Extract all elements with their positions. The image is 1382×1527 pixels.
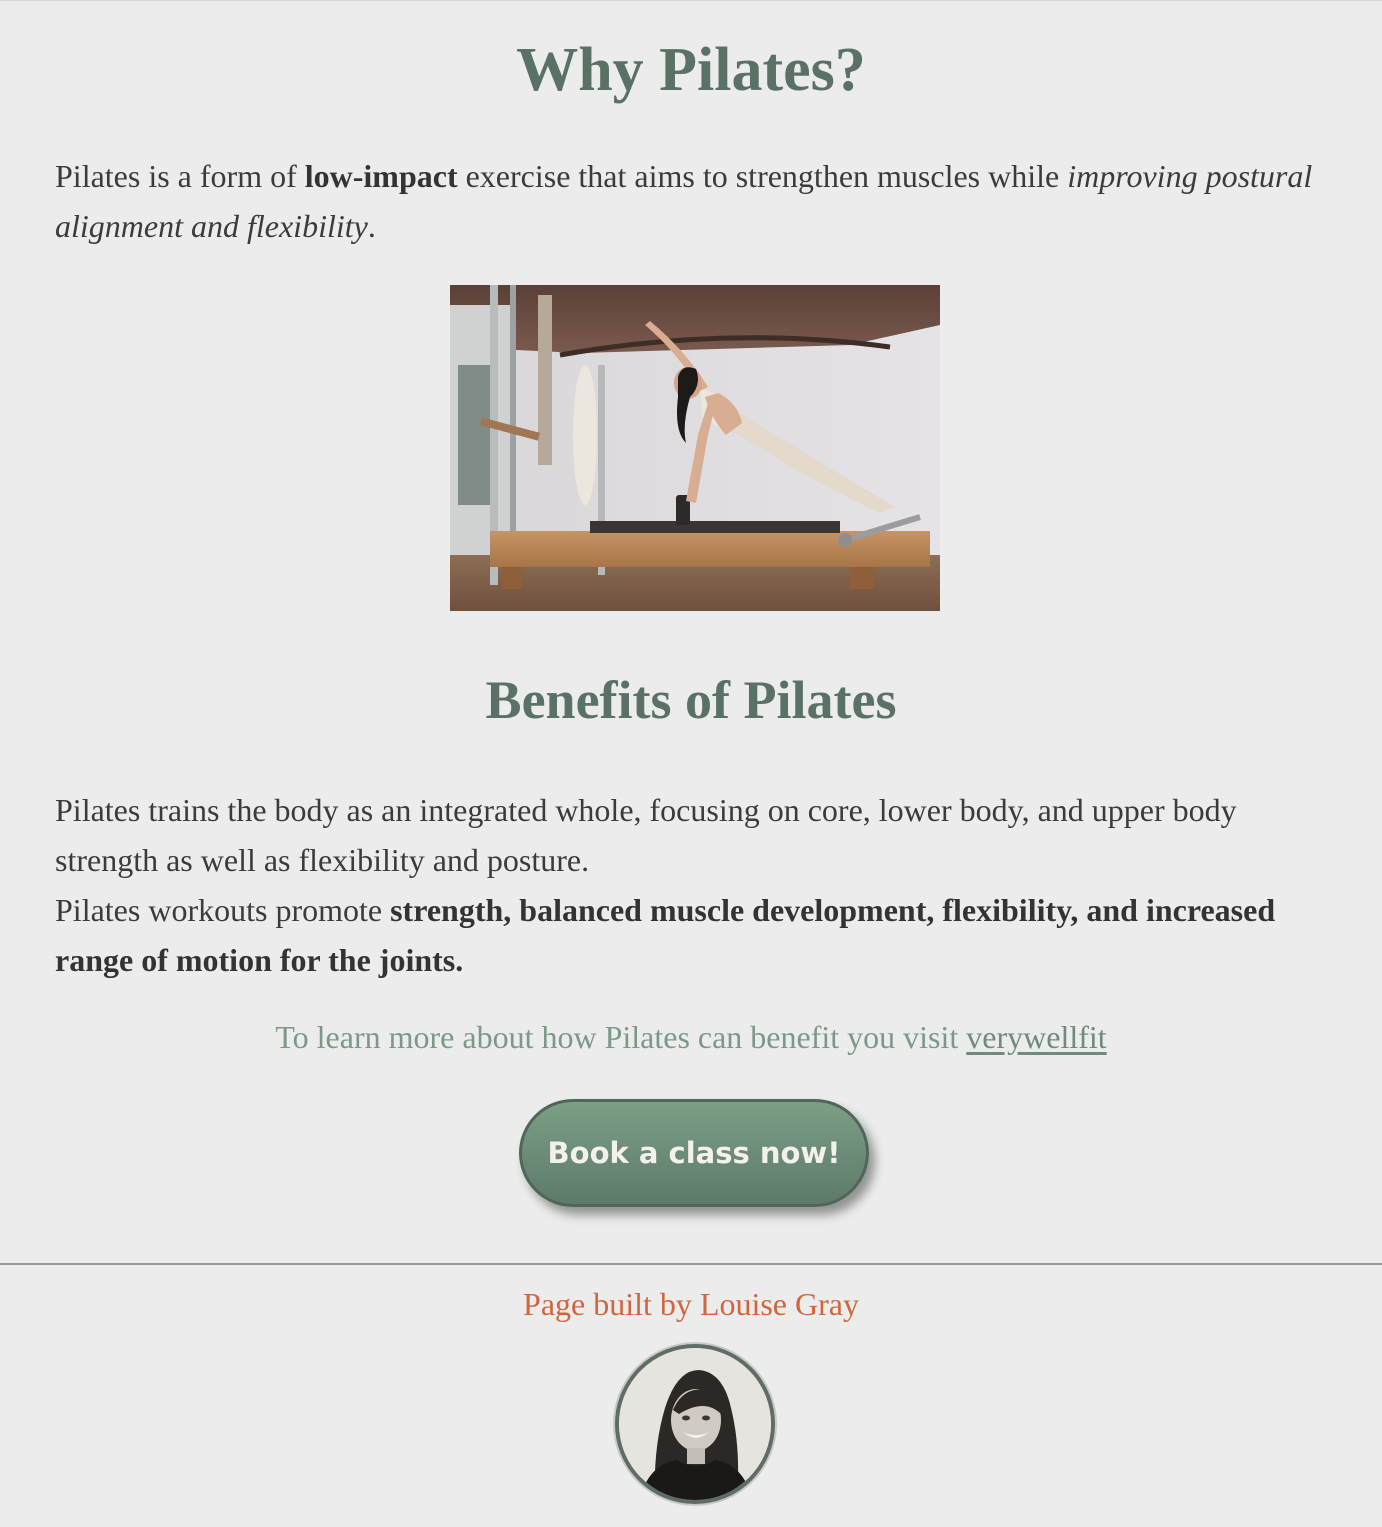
author-portrait	[619, 1348, 771, 1500]
author-avatar	[615, 1344, 775, 1504]
low-impact-emphasis: low-impact	[304, 158, 458, 194]
intro-paragraph: Pilates is a form of low-impact exercise…	[55, 158, 1313, 244]
pilates-reformer-photo	[450, 285, 940, 611]
page-title: Why Pilates?	[516, 36, 866, 104]
footer-divider	[0, 1263, 1382, 1265]
pilates-photo-illustration	[450, 285, 940, 611]
footer-credit: Page built by Louise Gray	[523, 1286, 859, 1322]
verywellfit-link[interactable]: verywellfit	[966, 1019, 1106, 1055]
benefits-heading: Benefits of Pilates	[485, 670, 897, 730]
book-class-button[interactable]: Book a class now!	[519, 1099, 869, 1207]
benefits-paragraph-1: Pilates trains the body as an integrated…	[55, 792, 1237, 878]
learn-more-text: To learn more about how Pilates can bene…	[275, 1019, 1107, 1055]
benefits-paragraph-2: Pilates workouts promote strength, balan…	[55, 892, 1276, 978]
